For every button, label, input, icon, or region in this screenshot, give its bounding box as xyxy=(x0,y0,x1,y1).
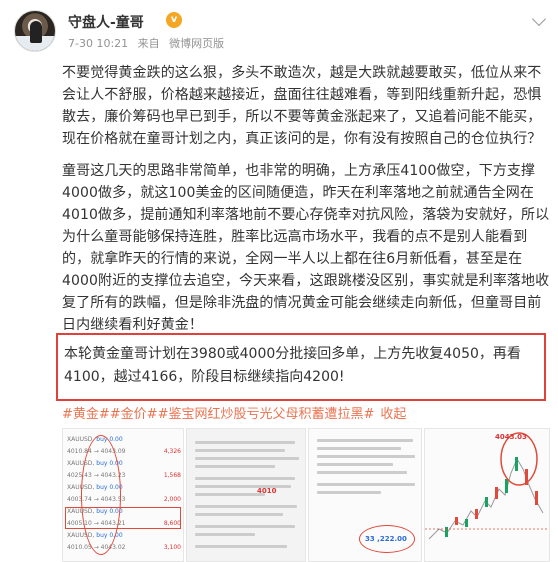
post-paragraph-2: 童哥这几天的思路非常简单，也非常的明确，上方承压4100做空，下方支撑4000做… xyxy=(62,163,550,333)
thumb3-amount: 33 ,222.00 xyxy=(365,535,407,543)
annotation-circle xyxy=(81,435,121,555)
trade-row: 4010.05 → 4043.02 3,100 xyxy=(67,543,181,552)
candles xyxy=(445,457,538,537)
source-prefix: 来自 xyxy=(137,37,160,50)
hashtags: #黄金##金价##鉴宝网红炒股亏光父母积蓄遭拉黑# 收起 xyxy=(62,405,406,425)
post-source[interactable]: 微博网页版 xyxy=(169,37,224,50)
thumbnail-trade-history[interactable]: XAUUSD, buy 0.00 4010.84 → 4043.09 4,326 X… xyxy=(62,428,184,562)
trade-pnl: 2,000 xyxy=(163,496,181,503)
collapse-link[interactable]: 收起 xyxy=(380,407,406,422)
trade-row: 4010.84 → 4043.09 4,326 xyxy=(67,447,181,456)
avatar[interactable] xyxy=(14,10,56,52)
highlight-box: 本轮黄金童哥计划在3980或4000分批接回多单，上方先收复4050，再看410… xyxy=(56,333,546,401)
highlight-text: 本轮黄金童哥计划在3980或4000分批接回多单，上方先收复4050，再看410… xyxy=(64,346,521,385)
trade-pnl: 3,100 xyxy=(163,544,181,551)
hashtag-links[interactable]: #黄金##金价##鉴宝网红炒股亏光父母积蓄遭拉黑# xyxy=(62,407,374,422)
thumbnail-price-chart[interactable]: 4043.03 xyxy=(424,428,550,562)
username[interactable]: 守盘人-童哥 xyxy=(68,12,144,32)
post-header: 守盘人-童哥 v 7-30 10:21 来自 微博网页版 xyxy=(14,8,547,56)
thumbnail-chat-screenshot[interactable]: 4010 xyxy=(186,428,306,562)
thumb2-red-label: 4010 xyxy=(257,487,277,495)
post-time[interactable]: 7-30 10:21 xyxy=(68,37,128,50)
candlestick-chart xyxy=(425,432,549,540)
trade-pnl: 1,568 xyxy=(163,472,181,479)
trade-pnl: 4,326 xyxy=(163,448,181,455)
annotation-rect xyxy=(65,507,181,529)
post-meta: 7-30 10:21 来自 微博网页版 xyxy=(68,35,230,51)
thumb4-price: 4043.03 xyxy=(495,433,527,441)
chevron-down-icon[interactable] xyxy=(531,11,547,27)
post-paragraph-1: 不要觉得黄金跌的这么狠，多头不敢造次，越是大跌就越要敢买，低位从来不会让人不舒服… xyxy=(62,65,542,147)
trade-row: XAUUSD, buy 0.00 xyxy=(67,435,181,444)
image-gallery: XAUUSD, buy 0.00 4010.84 → 4043.09 4,326 X… xyxy=(62,428,550,562)
thumbnail-account-screenshot[interactable]: 33 ,222.00 xyxy=(308,428,422,562)
vip-badge-icon: v xyxy=(166,12,182,28)
trade-row: XAUUSD, buy 0.00 xyxy=(67,531,181,540)
